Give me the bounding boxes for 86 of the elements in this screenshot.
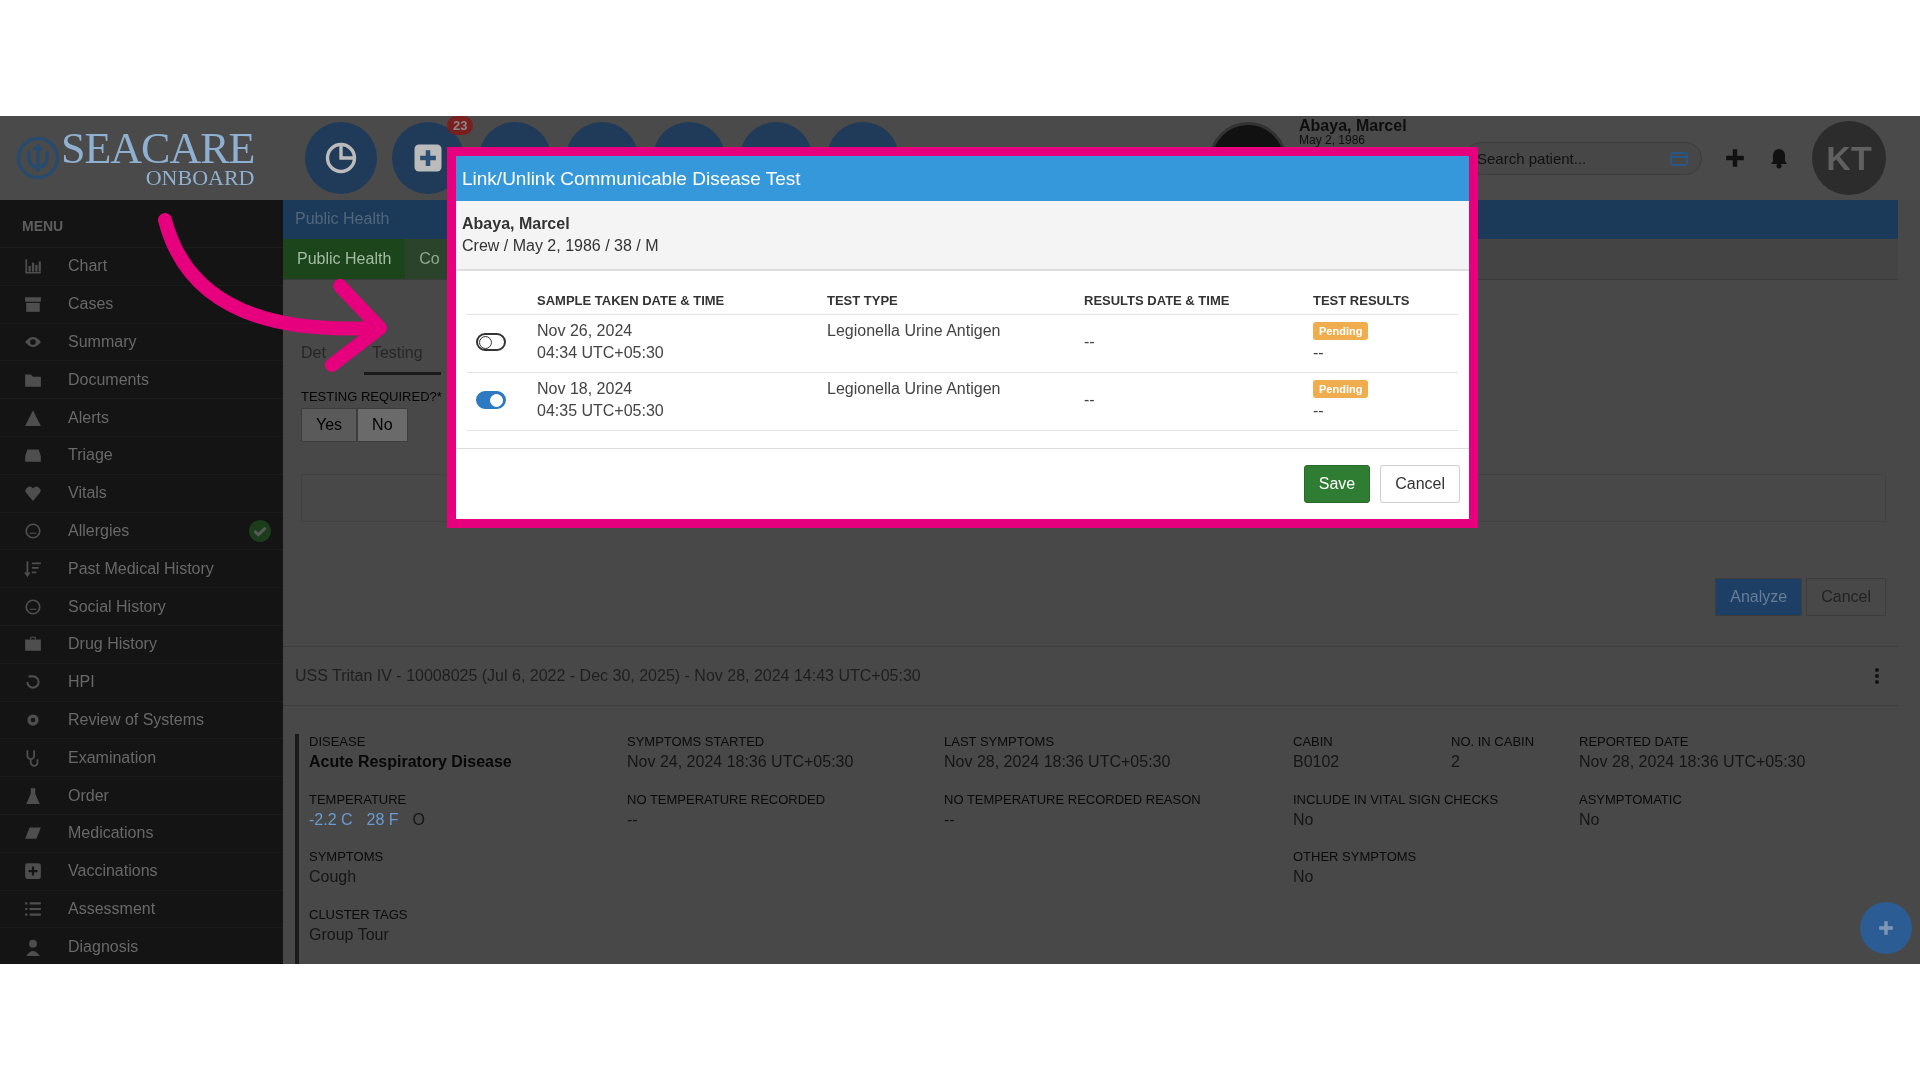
table-cell: Nov 18, 2024 bbox=[537, 380, 633, 398]
field-label: ASYMPTOMATIC bbox=[1579, 791, 1682, 807]
status-badge: Pending bbox=[1313, 322, 1369, 340]
column-header: TEST RESULTS bbox=[1313, 293, 1411, 308]
field-label: LAST SYMPTOMS bbox=[944, 734, 1055, 749]
field-label: CABIN bbox=[1293, 734, 1333, 749]
field-label: INCLUDE IN VITAL SIGN CHECKS bbox=[1293, 791, 1499, 807]
field-label: DISEASE bbox=[309, 734, 366, 749]
cancel-button[interactable]: Cancel bbox=[1380, 465, 1460, 503]
save-button[interactable]: Save bbox=[1303, 465, 1371, 503]
temperature-link[interactable]: -2.2 C bbox=[309, 810, 353, 829]
card-icon bbox=[1670, 151, 1688, 166]
column-header: SAMPLE TAKEN DATE & TIME bbox=[537, 293, 726, 308]
analyze-button[interactable]: Analyze bbox=[1715, 577, 1803, 616]
sidebar-item[interactable]: Summary bbox=[0, 323, 283, 362]
tab[interactable]: Public Health bbox=[283, 238, 406, 279]
smiley-icon bbox=[24, 521, 42, 540]
table-cell: -- bbox=[1084, 391, 1095, 409]
option-button[interactable]: Yes bbox=[301, 407, 358, 442]
table-cell: 04:34 UTC+05:30 bbox=[537, 344, 664, 362]
smiley-icon bbox=[24, 597, 42, 616]
sidebar-item[interactable]: Cases bbox=[0, 285, 283, 324]
sidebar-item[interactable]: Examination bbox=[0, 739, 283, 778]
pie-chart-icon bbox=[323, 140, 359, 176]
sidebar-item[interactable]: Triage bbox=[0, 437, 283, 475]
user-icon bbox=[24, 937, 42, 956]
warning-icon bbox=[24, 408, 42, 427]
patient-name: Abaya, Marcel bbox=[1299, 117, 1407, 134]
sidebar-item[interactable]: Chart bbox=[0, 248, 283, 286]
sidebar-item[interactable]: Allergies bbox=[0, 512, 283, 551]
field-label: SYMPTOMS bbox=[309, 849, 384, 864]
sidebar-item[interactable]: HPI bbox=[0, 663, 283, 702]
sidebar-item[interactable]: Vitals bbox=[0, 474, 283, 513]
sidebar-item[interactable]: Assessment bbox=[0, 890, 283, 929]
sidebar-item[interactable]: Documents bbox=[0, 361, 283, 400]
field-value: -- bbox=[627, 810, 638, 829]
sort-icon bbox=[24, 559, 42, 578]
patient-name: Abaya, Marcel bbox=[462, 215, 571, 233]
medkit-icon bbox=[24, 635, 42, 654]
table-cell: Nov 26, 2024 bbox=[537, 322, 633, 340]
field-label: NO TEMPERATURE RECORDED bbox=[627, 791, 826, 807]
chart-icon bbox=[24, 257, 42, 276]
table-cell: Legionella Urine Antigen bbox=[827, 380, 1001, 398]
table-cell: 04:35 UTC+05:30 bbox=[537, 402, 664, 420]
notification-badge: 23 bbox=[447, 116, 474, 135]
table-cell: Legionella Urine Antigen bbox=[827, 322, 1001, 340]
column-header: TEST TYPE bbox=[827, 293, 899, 308]
inbox-icon bbox=[24, 446, 42, 465]
sidebar-item[interactable]: Vaccinations bbox=[0, 852, 283, 891]
patient-details: Crew / May 2, 1986 / 38 / M bbox=[462, 237, 660, 255]
column-header: RESULTS DATE & TIME bbox=[1084, 293, 1231, 308]
sidebar-item[interactable]: Medications bbox=[0, 814, 283, 853]
field-label: REPORTED DATE bbox=[1579, 734, 1689, 749]
temperature-link[interactable]: 28 F bbox=[366, 810, 399, 829]
add-button[interactable] bbox=[1860, 902, 1912, 954]
field-label: TESTING REQUIRED?* bbox=[301, 388, 442, 404]
table-cell: -- bbox=[1084, 333, 1095, 351]
heart-icon bbox=[24, 484, 42, 503]
field-value: -- bbox=[944, 810, 955, 829]
field-label: NO TEMPERATURE RECORDED REASON bbox=[944, 791, 1201, 807]
field-label: CLUSTER TAGS bbox=[309, 906, 408, 922]
table-cell: -- bbox=[1313, 402, 1324, 420]
archive-icon bbox=[24, 295, 42, 314]
link-toggle[interactable] bbox=[476, 391, 506, 409]
anchor-logo-icon bbox=[15, 135, 61, 181]
field-label: SYMPTOMS STARTED bbox=[627, 734, 765, 749]
field-label: TEMPERATURE bbox=[309, 791, 407, 807]
plus-icon bbox=[1878, 920, 1894, 936]
field-value: Acute Respiratory Disease bbox=[309, 753, 512, 771]
status-badge: Pending bbox=[1313, 380, 1369, 398]
sidebar-item[interactable]: Past Medical History bbox=[0, 550, 283, 589]
sidebar-item[interactable]: Drug History bbox=[0, 625, 283, 664]
table-cell: -- bbox=[1313, 344, 1324, 362]
link-toggle[interactable] bbox=[476, 333, 506, 351]
dialog-title: Link/Unlink Communicable Disease Test bbox=[462, 167, 801, 190]
plus-square-icon bbox=[24, 862, 42, 881]
list-icon bbox=[24, 899, 42, 918]
option-button[interactable]: No bbox=[357, 407, 408, 442]
field-label: NO. IN CABIN bbox=[1451, 734, 1535, 749]
sidebar-item[interactable]: Social History bbox=[0, 588, 283, 626]
field-label: OTHER SYMPTOMS bbox=[1293, 849, 1417, 864]
flask-icon bbox=[24, 786, 42, 805]
patient-dob: May 2, 1986 bbox=[1299, 134, 1367, 147]
sidebar-item[interactable]: Alerts bbox=[0, 399, 283, 437]
sidebar-item[interactable]: Order bbox=[0, 777, 283, 815]
sidebar-item[interactable]: Review of Systems bbox=[0, 701, 283, 740]
